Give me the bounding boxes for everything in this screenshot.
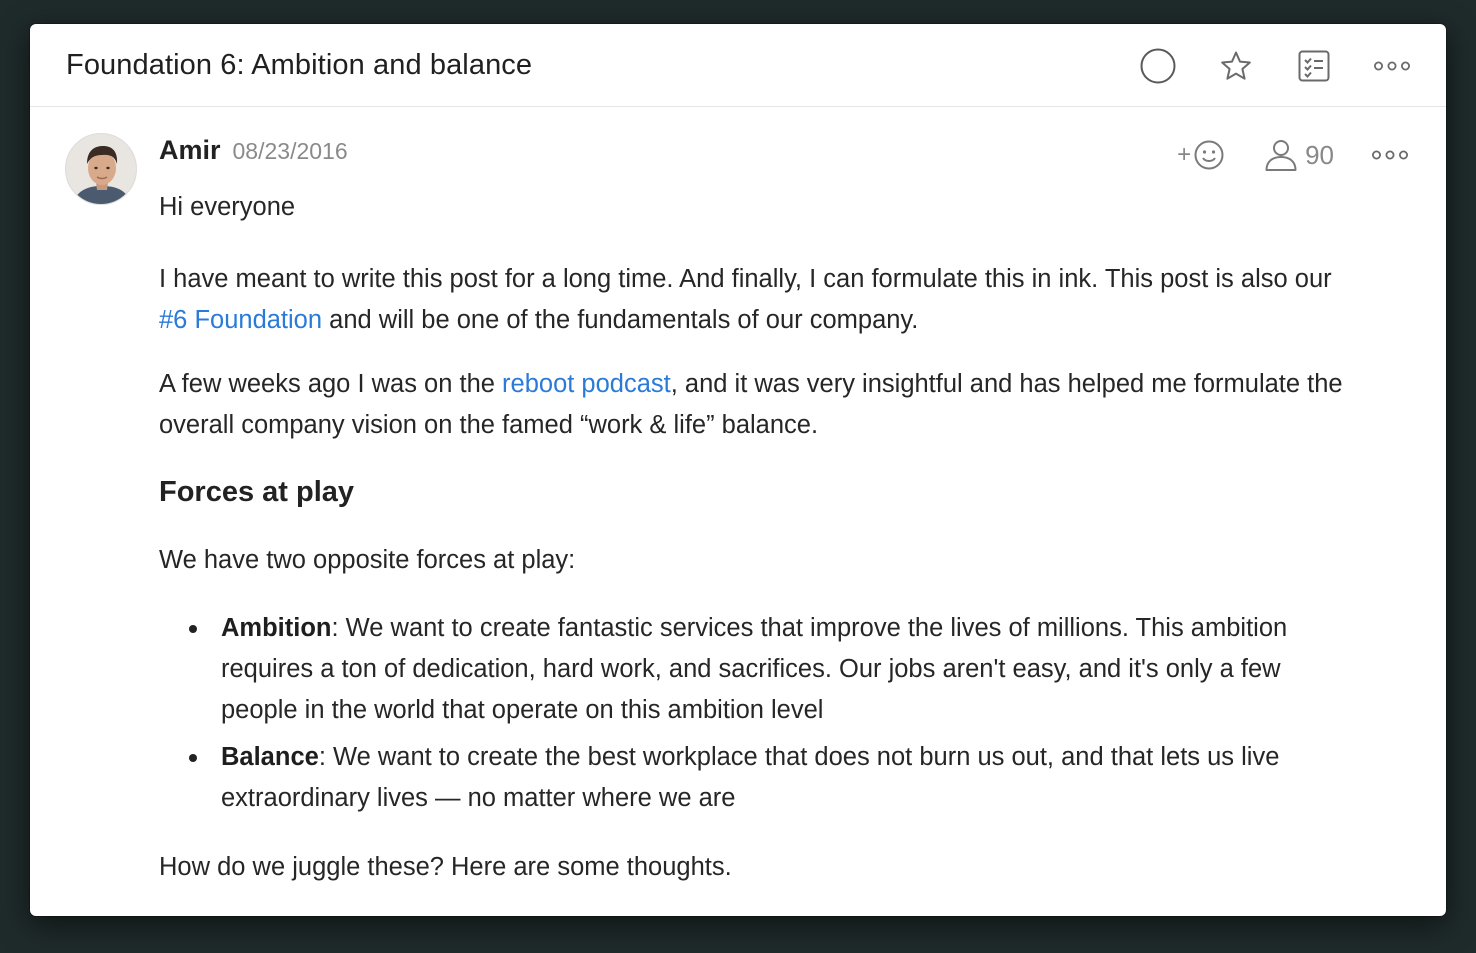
avatar[interactable] (65, 133, 137, 205)
star-icon (1221, 51, 1251, 80)
paragraph-2: A few weeks ago I was on the reboot podc… (159, 364, 1359, 446)
circle-icon (1140, 48, 1176, 83)
paragraph-2-text-a: A few weeks ago I was on the (159, 370, 503, 398)
thread-header: Foundation 6: Ambition and balance (30, 24, 1446, 107)
thread-title: Foundation 6: Ambition and balance (66, 48, 533, 81)
list-item-term: Ambition (221, 614, 332, 642)
add-reaction-button[interactable]: + (1177, 139, 1225, 171)
list-item-term: Balance (221, 743, 319, 771)
list-item: Ambition: We want to create fantastic se… (189, 608, 1359, 731)
paragraph-1: I have meant to write this post for a lo… (159, 259, 1359, 341)
post: Amir 08/23/2016 + 90 Hi everyone I have … (30, 107, 1446, 881)
author-photo (66, 134, 136, 204)
foundation-link[interactable]: #6 Foundation (159, 306, 322, 334)
plus-label: + (1177, 141, 1192, 168)
smiley-icon (1194, 140, 1224, 170)
person-icon (1265, 140, 1297, 171)
list-item: Balance: We want to create the best work… (189, 737, 1359, 819)
thread-window: Foundation 6: Ambition and balance Amir … (30, 24, 1446, 916)
greeting: Hi everyone (159, 193, 296, 221)
participants-button[interactable]: 90 (1263, 137, 1334, 173)
ellipsis-icon (1372, 150, 1408, 160)
reboot-podcast-link[interactable]: reboot podcast (502, 370, 671, 398)
paragraph-4: How do we juggle these? Here are some th… (159, 853, 732, 881)
mark-done-button[interactable] (1140, 48, 1176, 84)
post-more-button[interactable] (1372, 137, 1408, 173)
header-actions (1140, 24, 1410, 107)
author-name[interactable]: Amir (159, 135, 221, 166)
list-item-text: : We want to create fantastic services t… (221, 614, 1288, 724)
more-options-button[interactable] (1374, 48, 1410, 84)
paragraph-1-text-b: and will be one of the fundamentals of o… (322, 306, 919, 334)
favorite-button[interactable] (1218, 48, 1254, 84)
paragraph-1-text-a: I have meant to write this post for a lo… (159, 265, 1332, 293)
participants-count: 90 (1305, 139, 1334, 170)
checklist-icon (1298, 50, 1330, 81)
list-item-text: : We want to create the best workplace t… (221, 743, 1280, 812)
ellipsis-icon (1374, 61, 1410, 70)
forces-list: Ambition: We want to create fantastic se… (159, 608, 1359, 819)
paragraph-3: We have two opposite forces at play: (159, 546, 576, 574)
add-task-button[interactable] (1296, 48, 1332, 84)
post-actions: + 90 (1177, 137, 1408, 173)
post-body: Hi everyone I have meant to write this p… (159, 193, 1359, 911)
post-meta: Amir 08/23/2016 (159, 135, 348, 166)
section-heading: Forces at play (159, 476, 355, 508)
post-date: 08/23/2016 (232, 138, 348, 164)
